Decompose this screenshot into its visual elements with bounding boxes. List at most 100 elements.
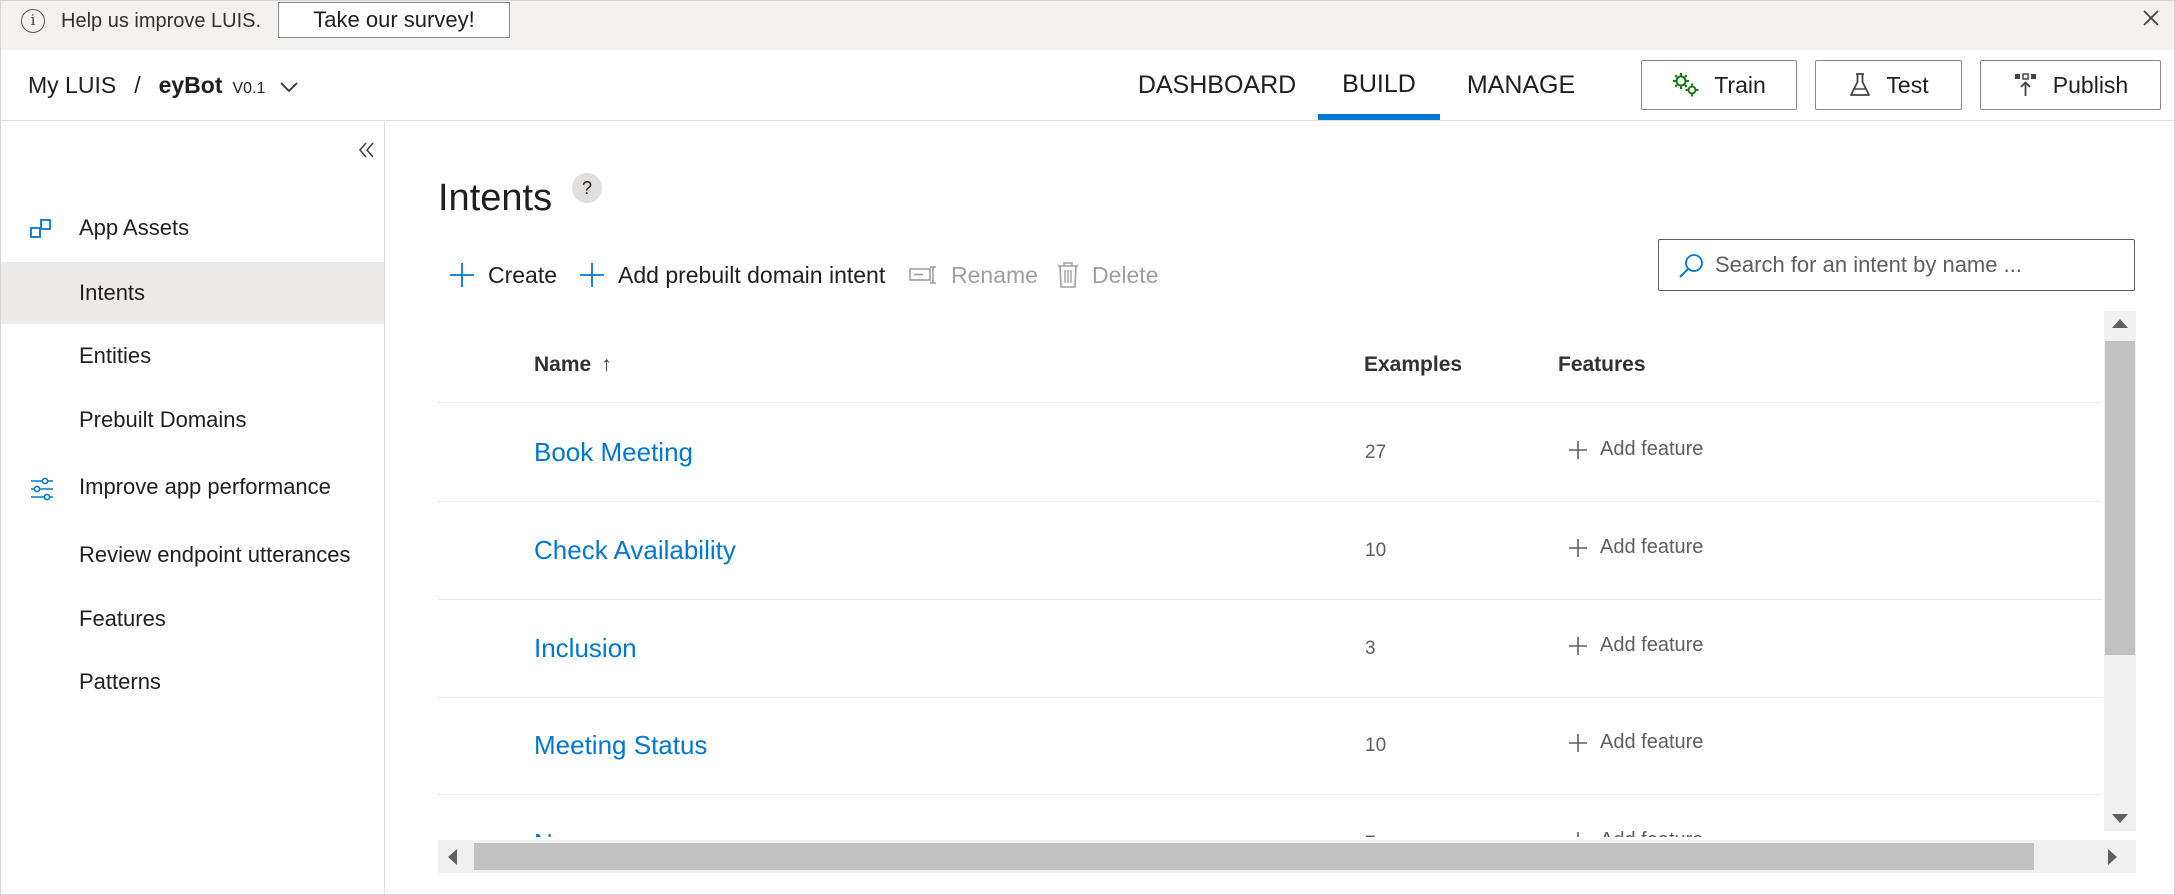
table-row[interactable]: None 7 Add feature (438, 795, 2102, 837)
sidebar-item-label: Improve app performance (79, 474, 331, 499)
table-header: Name ↑ Examples Features (438, 307, 2102, 403)
train-button-label: Train (1714, 71, 1766, 98)
vertical-scrollbar-thumb[interactable] (2105, 341, 2135, 655)
banner-message: Help us improve LUIS. (61, 10, 262, 32)
app-version: V0.1 (232, 80, 266, 97)
sidebar-item-label: Prebuilt Domains (79, 407, 247, 432)
scroll-left-icon[interactable] (448, 849, 457, 865)
test-button-label: Test (1886, 71, 1929, 98)
search-input[interactable] (1715, 246, 2120, 284)
scroll-up-icon[interactable] (2112, 319, 2128, 328)
plus-icon (1569, 440, 1587, 459)
sidebar-item-label: Entities (79, 343, 152, 368)
publish-icon (2014, 73, 2036, 96)
app-header: My LUIS / eyBot V0.1 DASHBOARD BUILD MAN… (1, 50, 2174, 121)
sidebar-item-features[interactable]: Features (1, 588, 384, 650)
sidebar-item-improve-app-performance[interactable]: Improve app performance (1, 456, 384, 518)
main-content: Intents ? Create Add prebuilt domain int… (386, 121, 2174, 894)
rename-button-label: Rename (951, 261, 1038, 288)
sidebar-item-label: Review endpoint utterances (79, 542, 351, 567)
gears-icon (1673, 73, 1699, 97)
plus-icon (1569, 636, 1587, 655)
flask-icon (1850, 73, 1871, 96)
intents-table: Name ↑ Examples Features Book Meeting 27… (438, 307, 2102, 837)
app-assets-icon (30, 219, 51, 238)
intent-name-link[interactable]: Inclusion (534, 633, 637, 664)
horizontal-scrollbar-thumb[interactable] (474, 843, 2034, 870)
luis-app: i Help us improve LUIS. Take our survey!… (0, 0, 2175, 895)
column-header-examples[interactable]: Examples (1364, 353, 1462, 377)
add-feature-label: Add feature (1600, 438, 1704, 460)
create-button-label: Create (488, 261, 558, 288)
table-row[interactable]: Book Meeting 27 Add feature (438, 404, 2102, 502)
vertical-scrollbar[interactable] (2104, 311, 2136, 831)
plus-icon (1577, 831, 1579, 837)
add-prebuilt-domain-intent-button[interactable]: Add prebuilt domain intent (578, 255, 885, 295)
add-feature-label: Add feature (1600, 536, 1704, 558)
horizontal-scrollbar[interactable] (438, 840, 2136, 873)
add-feature-label: Add feature (1600, 829, 1703, 837)
column-header-name[interactable]: Name ↑ (534, 353, 612, 377)
create-button[interactable]: Create (448, 255, 557, 295)
sidebar-item-prebuilt-domains[interactable]: Prebuilt Domains (1, 389, 384, 451)
sidebar-item-app-assets[interactable]: App Assets (1, 197, 384, 259)
sidebar-item-label: Features (79, 606, 166, 631)
scroll-right-icon[interactable] (2108, 849, 2117, 865)
intent-name-link[interactable]: None (534, 828, 596, 837)
tab-build[interactable]: BUILD (1318, 50, 1440, 120)
publish-button[interactable]: Publish (1980, 60, 2161, 110)
delete-button-label: Delete (1092, 261, 1159, 288)
intent-name-link[interactable]: Check Availability (534, 535, 736, 566)
sidebar-item-label: Intents (79, 280, 146, 305)
examples-count: 10 (1365, 540, 1387, 561)
column-header-features: Features (1558, 353, 1646, 376)
sidebar-item-intents[interactable]: Intents (1, 262, 384, 324)
add-feature-label: Add feature (1600, 634, 1704, 656)
sidebar-item-review-endpoint-utterances[interactable]: Review endpoint utterances (1, 524, 384, 586)
tab-manage[interactable]: MANAGE (1452, 50, 1590, 120)
tab-dashboard[interactable]: DASHBOARD (1127, 50, 1307, 120)
table-row[interactable]: Check Availability 10 Add feature (438, 502, 2102, 600)
search-icon (1679, 254, 1703, 278)
rename-button[interactable]: Rename (909, 255, 1038, 295)
search-box[interactable] (1658, 239, 2135, 291)
train-button[interactable]: Train (1641, 60, 1797, 110)
plus-icon (1569, 733, 1587, 752)
add-feature-button[interactable]: Add feature (1568, 438, 1703, 461)
close-icon[interactable] (2138, 5, 2164, 31)
sidebar-item-label: Patterns (79, 669, 161, 694)
table-row[interactable]: Meeting Status 10 Add feature (438, 697, 2102, 795)
add-feature-button[interactable]: Add feature (1568, 634, 1703, 657)
sort-ascending-icon: ↑ (601, 353, 612, 376)
test-button[interactable]: Test (1815, 60, 1962, 110)
add-prebuilt-button-label: Add prebuilt domain intent (618, 261, 886, 288)
add-feature-button[interactable]: Add feature (1568, 536, 1703, 559)
examples-count: 7 (1365, 833, 1376, 837)
examples-count: 27 (1365, 442, 1387, 463)
add-feature-button[interactable]: Add feature (1568, 731, 1703, 754)
trash-icon (1058, 262, 1078, 288)
sidebar-item-label: App Assets (79, 215, 190, 240)
sidebar-item-patterns[interactable]: Patterns (1, 651, 384, 713)
collapse-sidebar-icon[interactable] (356, 139, 378, 161)
page-title: Intents (438, 177, 553, 219)
help-icon[interactable]: ? (572, 173, 602, 203)
sidebar-item-entities[interactable]: Entities (1, 325, 384, 387)
table-row[interactable]: Inclusion 3 Add feature (438, 600, 2102, 698)
add-feature-label: Add feature (1600, 731, 1704, 753)
breadcrumb-my-luis[interactable]: My LUIS (28, 72, 116, 99)
intent-name-link[interactable]: Book Meeting (534, 437, 693, 468)
plus-icon (1569, 538, 1587, 557)
column-header-name-label: Name (534, 353, 592, 376)
scroll-down-icon[interactable] (2112, 814, 2128, 823)
delete-button[interactable]: Delete (1056, 255, 1158, 295)
plus-icon (450, 263, 474, 287)
plus-icon (580, 263, 604, 287)
sidebar: App Assets Intents Entities Prebuilt Dom… (1, 121, 385, 894)
breadcrumb: My LUIS / eyBot V0.1 (28, 72, 299, 99)
add-feature-button[interactable]: Add feature (1568, 829, 1703, 837)
survey-banner: i Help us improve LUIS. Take our survey! (1, 1, 2174, 50)
take-survey-button[interactable]: Take our survey! (278, 2, 510, 38)
chevron-down-icon[interactable] (279, 80, 299, 94)
intent-name-link[interactable]: Meeting Status (534, 730, 707, 761)
